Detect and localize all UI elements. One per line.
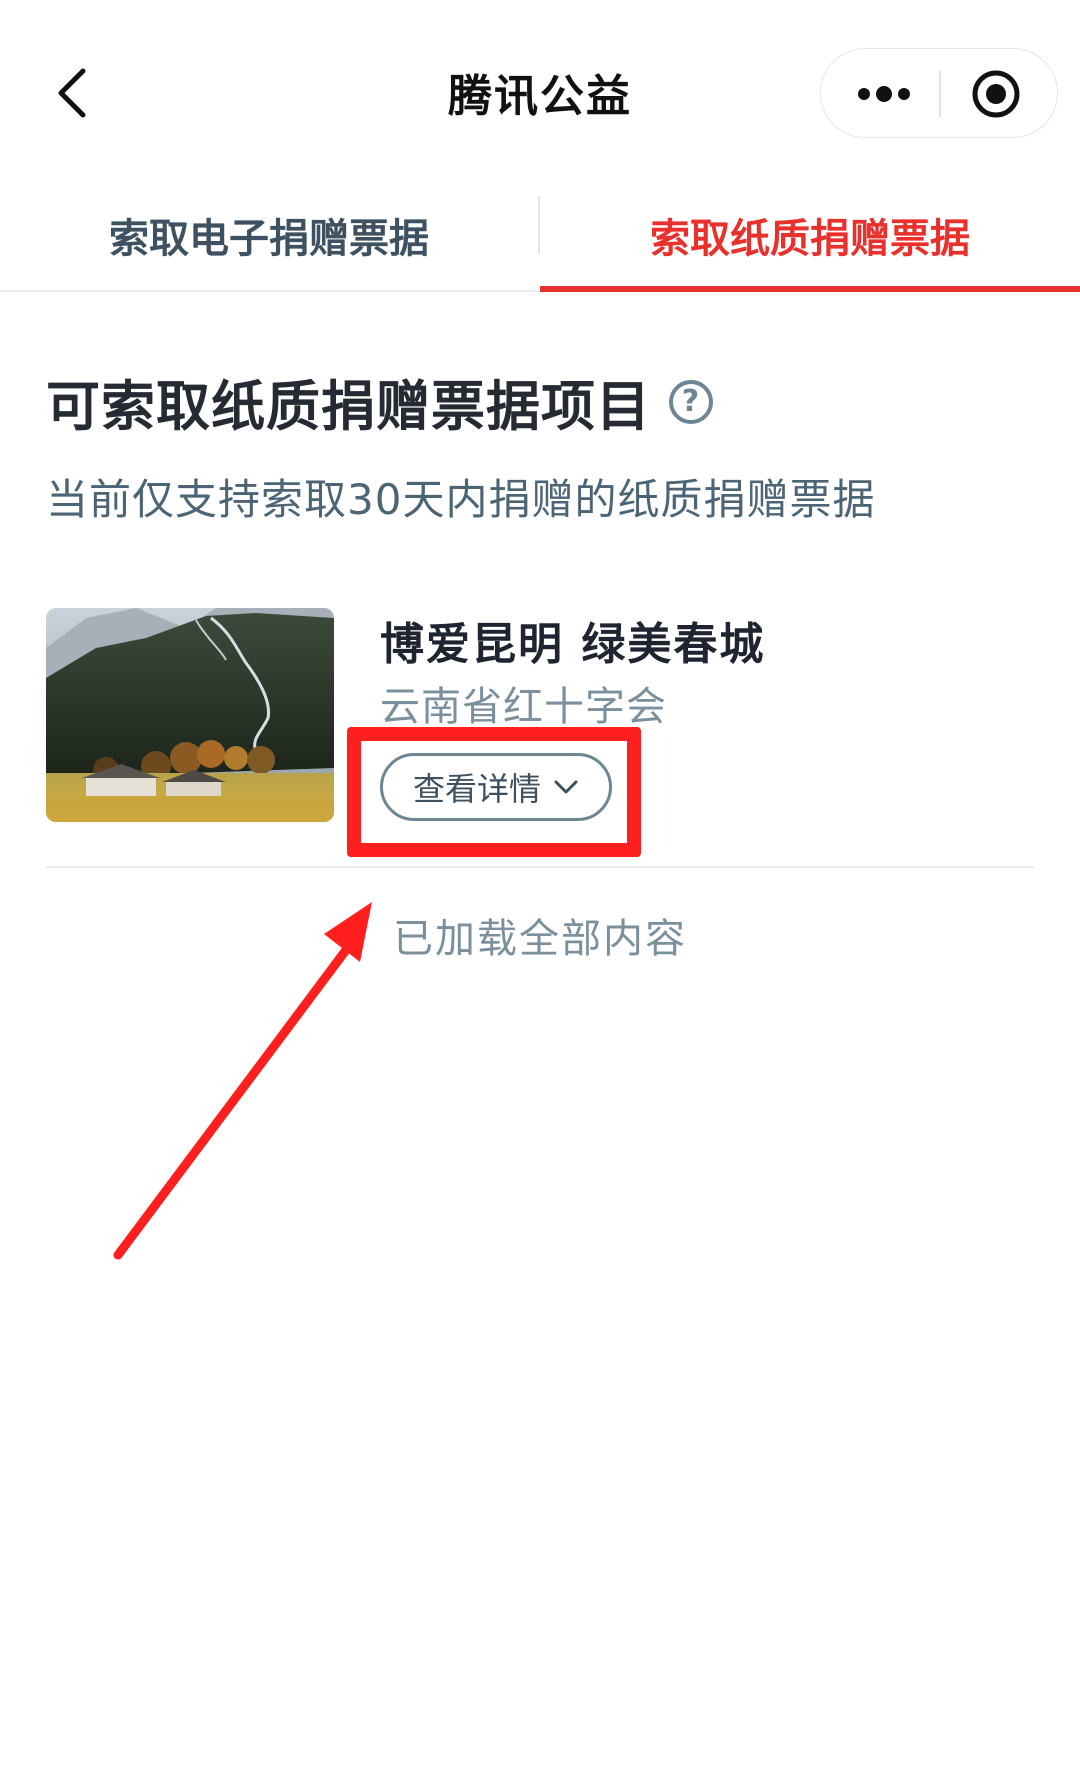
section-header: 可索取纸质捐赠票据项目 ?: [46, 362, 713, 441]
chevron-down-icon: [553, 779, 579, 795]
tab-paper-receipt[interactable]: 索取纸质捐赠票据: [540, 180, 1080, 290]
section-subtitle: 当前仅支持索取30天内捐赠的纸质捐赠票据: [46, 475, 876, 524]
target-close-icon: [972, 70, 1020, 118]
view-details-label: 查看详情: [412, 770, 541, 808]
more-dots-icon: [858, 86, 910, 102]
view-details-button[interactable]: 查看详情: [380, 753, 612, 821]
mountain-village-landscape-image: [46, 608, 334, 822]
project-name[interactable]: 博爱昆明 绿美春城: [380, 608, 765, 672]
project-list-item: 博爱昆明 绿美春城 云南省红十字会 查看详情: [46, 608, 1034, 868]
question-circle-icon[interactable]: ?: [669, 379, 713, 424]
more-button[interactable]: [841, 63, 927, 125]
close-mini-program-button[interactable]: [951, 63, 1041, 125]
load-complete-status: 已加载全部内容: [393, 916, 687, 962]
tab-electronic-receipt[interactable]: 索取电子捐赠票据: [0, 180, 538, 290]
project-organization: 云南省红十字会: [380, 684, 667, 730]
project-thumbnail: [46, 608, 334, 822]
capsule-divider: [939, 71, 941, 117]
navigation-bar: 腾讯公益: [0, 0, 1080, 180]
section-title: 可索取纸质捐赠票据项目: [46, 375, 651, 438]
active-tab-indicator: [540, 286, 1080, 292]
mini-program-capsule: [820, 48, 1058, 138]
receipt-type-tabs: 索取电子捐赠票据 索取纸质捐赠票据: [0, 180, 1080, 292]
